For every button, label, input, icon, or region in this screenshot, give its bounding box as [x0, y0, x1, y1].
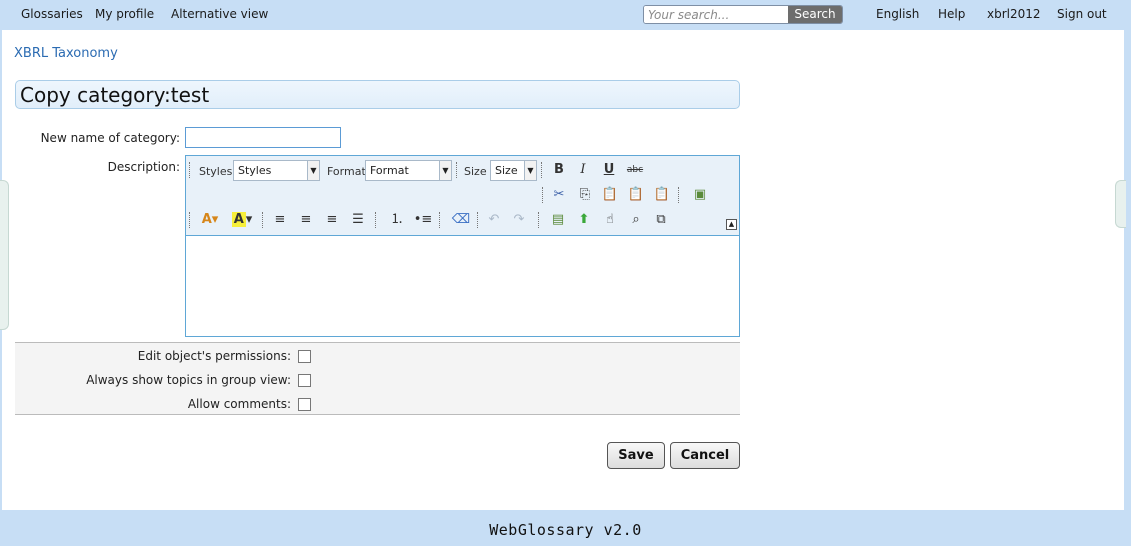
strikethrough-button[interactable]: abc — [625, 160, 645, 180]
toolbar-separator — [538, 212, 540, 228]
save-button[interactable]: Save — [607, 442, 665, 469]
allow-comments-label: Allow comments: — [187, 397, 291, 411]
group-view-label: Always show topics in group view: — [86, 373, 291, 387]
search-box: Search — [643, 5, 843, 24]
main-content: XBRL Taxonomy Copy category:test New nam… — [0, 30, 1126, 510]
nav-link-language[interactable]: English — [876, 7, 919, 21]
editor-toolbar: Styles Styles ▼ Format Format ▼ Size Siz… — [186, 156, 739, 236]
italic-button[interactable]: I — [573, 160, 593, 180]
format-label: Format — [327, 165, 366, 178]
paste-text-icon[interactable]: 📋 — [626, 185, 646, 205]
edit-permissions-checkbox[interactable] — [298, 350, 311, 363]
size-dropdown-value: Size — [495, 164, 518, 177]
search-input[interactable] — [644, 6, 790, 23]
bulleted-list-icon[interactable]: •≡ — [413, 210, 433, 230]
paste-from-word-icon[interactable]: 📋 — [652, 185, 672, 205]
toolbar-separator — [189, 212, 191, 228]
find-icon[interactable]: ⌕ — [626, 210, 646, 230]
toolbar-separator — [541, 162, 543, 178]
toolbar-separator — [456, 162, 458, 178]
upload-icon[interactable]: ⬆ — [574, 210, 594, 230]
collapse-toolbar-icon[interactable]: ▲ — [726, 219, 737, 230]
cut-icon[interactable]: ✂ — [549, 185, 569, 205]
description-editor: Styles Styles ▼ Format Format ▼ Size Siz… — [185, 155, 740, 337]
chevron-down-icon: ▼ — [307, 161, 319, 180]
new-name-label: New name of category: — [40, 131, 180, 145]
edit-permissions-label: Edit object's permissions: — [137, 349, 291, 363]
redo-icon[interactable]: ↷ — [509, 210, 529, 230]
nav-link-sign-out[interactable]: Sign out — [1057, 7, 1107, 21]
toolbar-separator — [477, 212, 479, 228]
footer: WebGlossary v2.0 — [0, 510, 1131, 546]
numbered-list-icon[interactable]: ⒈ — [387, 210, 407, 230]
toolbar-separator — [262, 212, 264, 228]
copy-icon[interactable]: ⎘ — [575, 185, 595, 205]
editor-text-area[interactable] — [186, 237, 739, 336]
page-title: Copy category:test — [20, 83, 210, 107]
background-color-button[interactable]: A ▾ — [229, 210, 255, 230]
search-button[interactable]: Search — [788, 6, 842, 23]
styles-label: Styles — [199, 165, 233, 178]
remove-format-icon[interactable]: ⌫ — [451, 210, 471, 230]
align-justify-icon[interactable]: ☰ — [348, 210, 368, 230]
toolbar-separator — [375, 212, 377, 228]
chevron-down-icon: ▼ — [524, 161, 536, 180]
background-color-label: A — [231, 212, 246, 227]
size-label: Size — [464, 165, 487, 178]
cancel-button[interactable]: Cancel — [670, 442, 740, 469]
options-panel: Edit object's permissions: Always show t… — [15, 342, 740, 415]
left-side-panel-toggle[interactable] — [0, 180, 9, 330]
bold-button[interactable]: B — [549, 160, 569, 180]
nav-link-alternative-view[interactable]: Alternative view — [171, 7, 268, 21]
align-right-icon[interactable]: ≡ — [322, 210, 342, 230]
text-color-label: A — [201, 212, 212, 227]
format-dropdown[interactable]: Format ▼ — [365, 160, 452, 181]
insert-template-icon[interactable]: ▤ — [548, 210, 568, 230]
size-dropdown[interactable]: Size ▼ — [490, 160, 537, 181]
page-title-bar: Copy category:test — [15, 80, 740, 109]
breadcrumb-glossary-link[interactable]: XBRL Taxonomy — [14, 46, 118, 61]
nav-link-my-profile[interactable]: My profile — [95, 7, 154, 21]
right-side-panel-toggle[interactable] — [1115, 180, 1126, 228]
nav-link-help[interactable]: Help — [938, 7, 965, 21]
chevron-down-icon: ▼ — [439, 161, 451, 180]
text-color-button[interactable]: A▾ — [197, 210, 223, 230]
nav-link-glossaries[interactable]: Glossaries — [21, 7, 83, 21]
top-navigation-bar: Glossaries My profile Alternative view S… — [0, 0, 1131, 30]
nav-link-username[interactable]: xbrl2012 — [987, 7, 1041, 21]
allow-comments-checkbox[interactable] — [298, 398, 311, 411]
source-view-icon[interactable]: ⧉ — [651, 210, 671, 230]
toolbar-separator — [439, 212, 441, 228]
group-view-checkbox[interactable] — [298, 374, 311, 387]
paste-icon[interactable]: 📋 — [600, 185, 620, 205]
toolbar-separator — [678, 187, 680, 203]
toolbar-separator — [189, 162, 191, 178]
underline-button[interactable]: U — [599, 160, 619, 180]
image-icon[interactable]: ▣ — [690, 185, 710, 205]
styles-dropdown-value: Styles — [238, 164, 272, 177]
undo-icon[interactable]: ↶ — [484, 210, 504, 230]
align-center-icon[interactable]: ≡ — [296, 210, 316, 230]
hand-pointer-icon[interactable]: ☝ — [600, 210, 620, 230]
footer-version-text: WebGlossary v2.0 — [489, 521, 642, 539]
styles-dropdown[interactable]: Styles ▼ — [233, 160, 320, 181]
format-dropdown-value: Format — [370, 164, 409, 177]
toolbar-separator — [542, 187, 544, 203]
new-name-input[interactable] — [185, 127, 341, 148]
align-left-icon[interactable]: ≡ — [270, 210, 290, 230]
description-label: Description: — [107, 160, 180, 174]
